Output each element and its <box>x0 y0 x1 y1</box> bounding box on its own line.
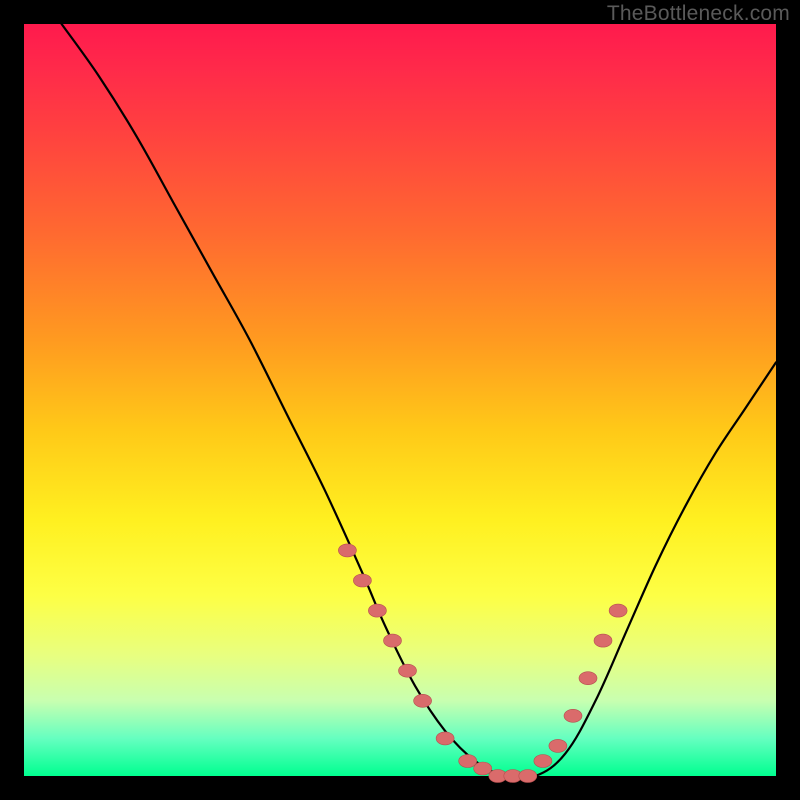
marker-dot <box>338 544 356 557</box>
chart-frame: TheBottleneck.com <box>0 0 800 800</box>
curve-group <box>62 24 776 779</box>
marker-dot <box>534 755 552 768</box>
highlight-markers <box>338 544 627 783</box>
marker-dot <box>549 739 567 752</box>
marker-dot <box>384 634 402 647</box>
marker-dot <box>579 672 597 685</box>
marker-dot <box>594 634 612 647</box>
marker-dot <box>459 755 477 768</box>
marker-dot <box>474 762 492 775</box>
marker-dot <box>564 709 582 722</box>
bottleneck-curve <box>62 24 776 779</box>
marker-dot <box>609 604 627 617</box>
marker-dot <box>399 664 417 677</box>
marker-dot <box>519 770 537 783</box>
marker-dot <box>414 694 432 707</box>
marker-dot <box>353 574 371 587</box>
marker-dot <box>368 604 386 617</box>
chart-svg <box>0 0 800 800</box>
marker-dot <box>436 732 454 745</box>
